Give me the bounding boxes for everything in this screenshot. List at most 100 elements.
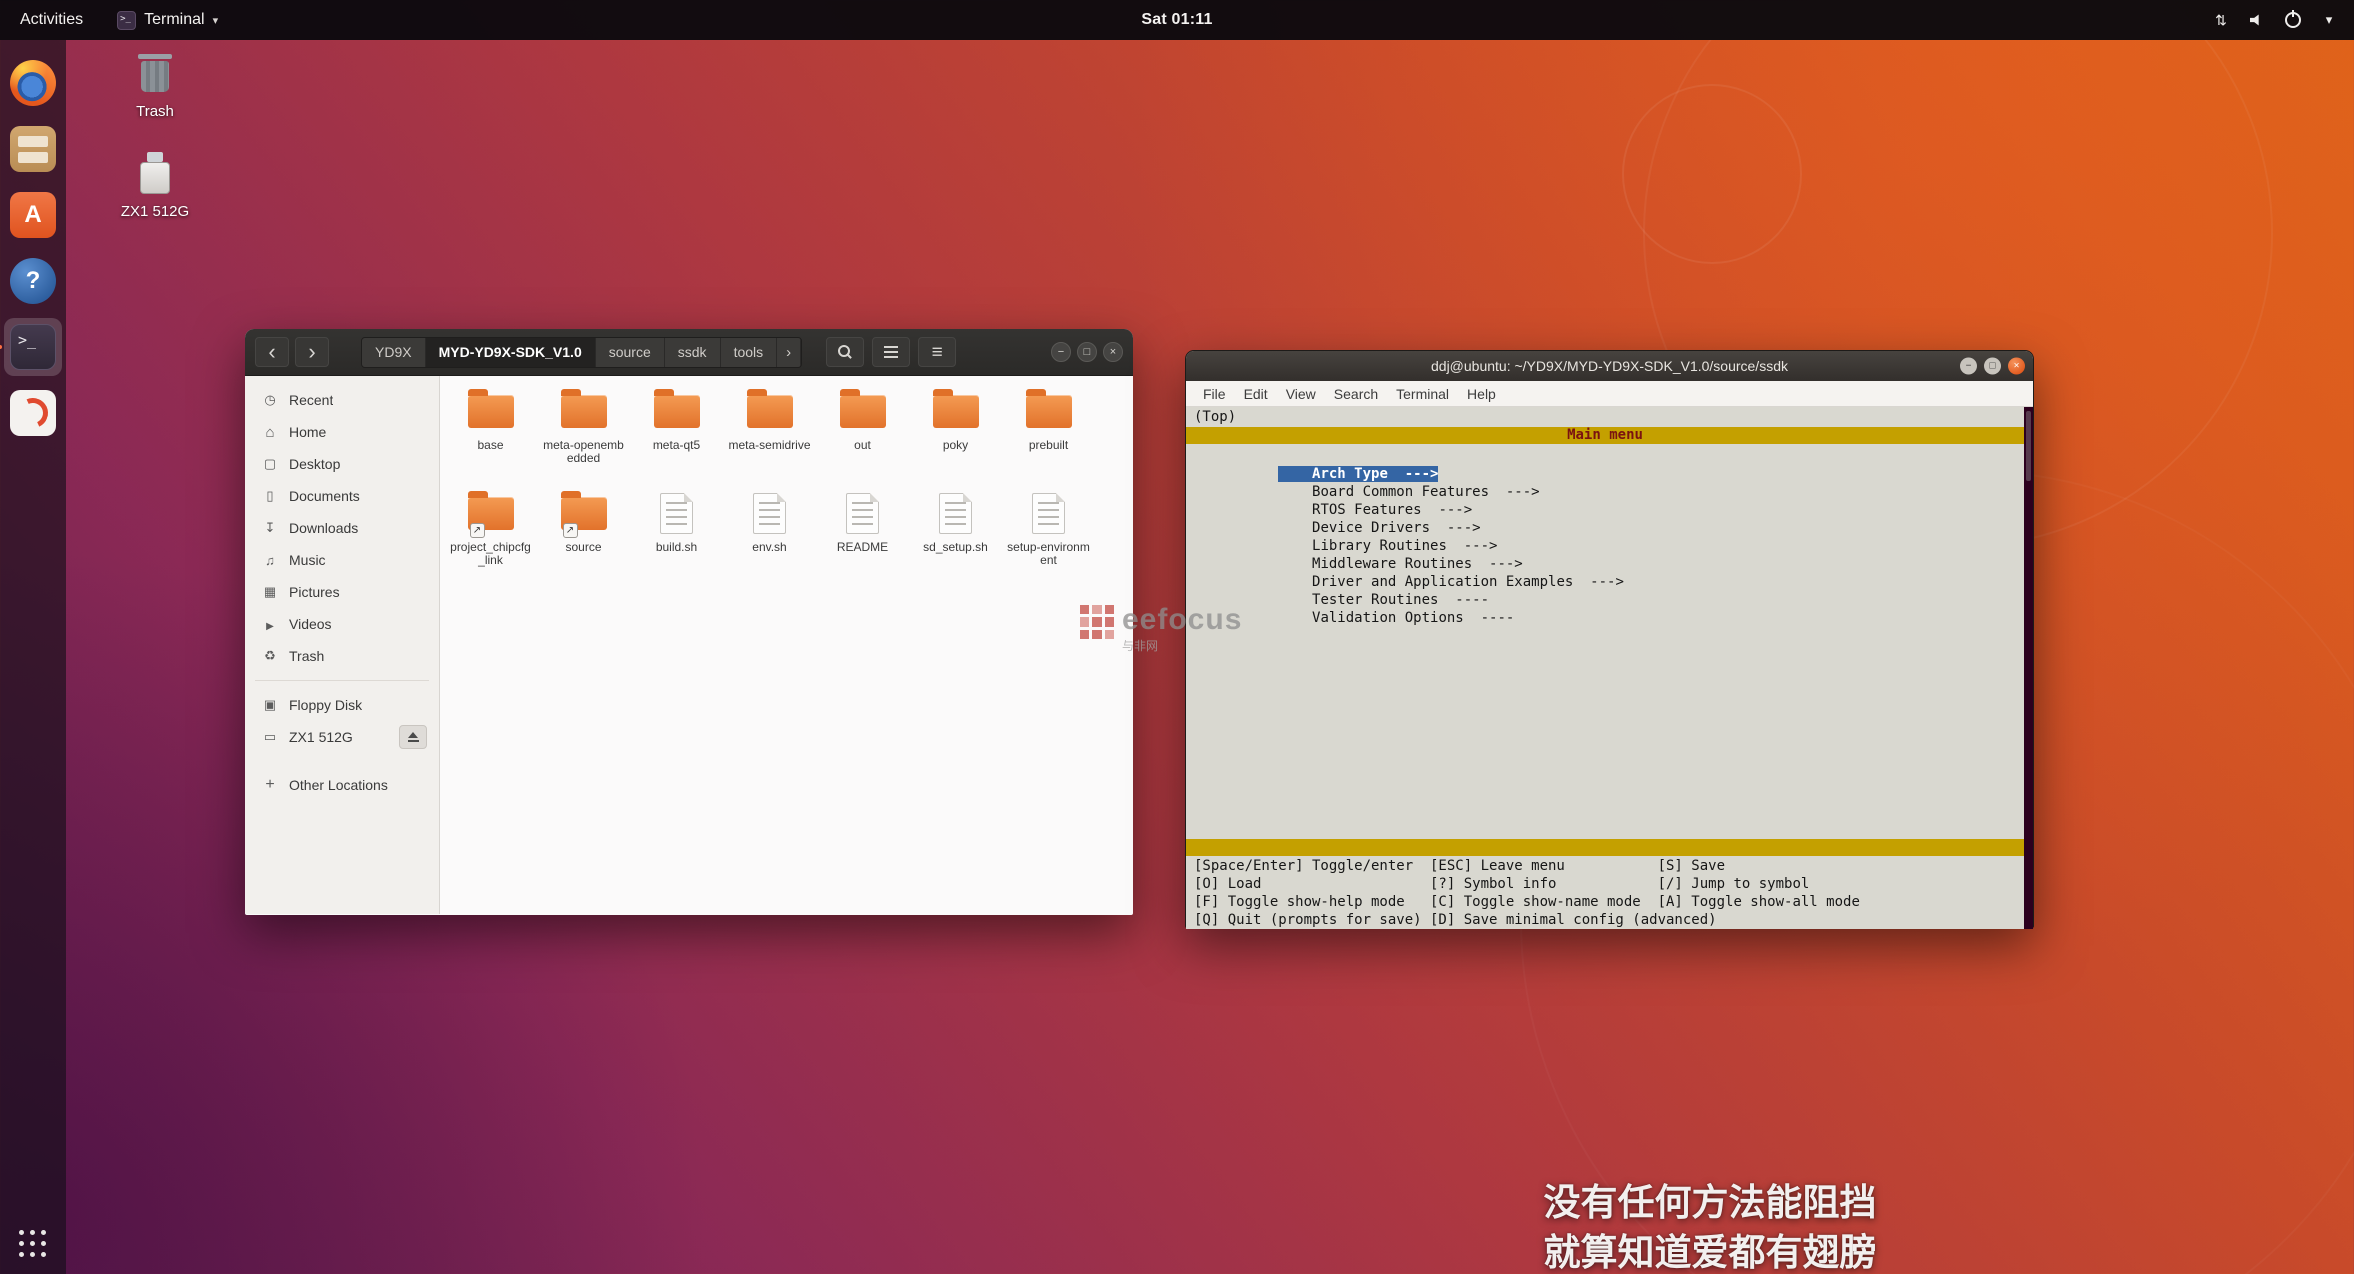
forward-button[interactable]: › <box>295 337 329 367</box>
sidebar-item-other-locations[interactable]: Other Locations <box>245 769 439 801</box>
tray-icon[interactable] <box>2210 9 2232 31</box>
document-icon <box>1032 492 1065 534</box>
sidebar-item[interactable]: Music <box>245 544 439 576</box>
watermark: eefocus 与非网 <box>1080 605 1242 654</box>
file-item[interactable]: ↗ sd_setup.sh <box>909 484 1002 586</box>
eject-button[interactable] <box>399 725 427 749</box>
breadcrumb-segment[interactable]: MYD-YD9X-SDK_V1.0 <box>425 337 596 367</box>
sidebar-device-item[interactable]: Floppy Disk <box>245 689 439 721</box>
document-icon <box>660 492 693 534</box>
sidebar-item[interactable]: Home <box>245 416 439 448</box>
file-item[interactable]: ↗ source <box>537 484 630 586</box>
sidebar-item[interactable]: Documents <box>245 480 439 512</box>
tray-icon[interactable] <box>2246 9 2268 31</box>
sidebar-item-label: ZX1 512G <box>289 729 353 745</box>
sidebar-item[interactable]: Videos <box>245 608 439 640</box>
terminal-menu-item[interactable]: Search <box>1325 386 1387 402</box>
terminal-menu-item[interactable]: View <box>1277 386 1325 402</box>
sidebar-item[interactable]: Desktop <box>245 448 439 480</box>
breadcrumb-segment[interactable]: › <box>777 337 802 367</box>
dock-item[interactable] <box>4 54 62 112</box>
file-manager-headerbar[interactable]: ‹ › YD9X MYD-YD9X-SDK_V1.0 source ssdk tools… <box>245 329 1133 376</box>
app-menu[interactable]: >_ Terminal ▾ <box>103 0 232 40</box>
desktop-icons: Trash ZX1 512G <box>100 48 210 248</box>
tray-icon[interactable] <box>2282 9 2304 31</box>
file-item-label: README <box>836 540 889 554</box>
file-item[interactable]: ↗ env.sh <box>723 484 816 586</box>
file-item[interactable]: ↗ prebuilt <box>1002 382 1095 484</box>
folder-icon <box>467 388 514 428</box>
terminal-titlebar[interactable]: ddj@ubuntu: ~/YD9X/MYD-YD9X-SDK_V1.0/sou… <box>1186 351 2033 381</box>
file-item-label: sd_setup.sh <box>923 540 988 554</box>
sidebar-item[interactable]: Recent <box>245 384 439 416</box>
file-item[interactable]: ↗ meta-semidrive <box>723 382 816 484</box>
folder-icon <box>839 388 886 428</box>
sidebar-device-item[interactable]: ZX1 512G <box>245 721 439 753</box>
file-item-icon: ↗ <box>560 388 607 434</box>
tray-icon[interactable] <box>2318 9 2340 31</box>
terminal-scrollbar[interactable] <box>2024 407 2033 929</box>
subtitle-line-2: 就算知道爱都有翅膀 <box>1543 1231 1877 1274</box>
view-toggle-button[interactable] <box>872 337 911 367</box>
close-button[interactable]: × <box>2008 357 2025 375</box>
nconf-help-line: [Q] Quit (prompts for save) [D] Save min… <box>1194 912 1717 928</box>
file-item[interactable]: ↗ setup-environment <box>1002 484 1095 586</box>
desktop-icon[interactable]: ZX1 512G <box>100 148 210 220</box>
file-item[interactable]: ↗ meta-qt5 <box>630 382 723 484</box>
window-control-button[interactable]: × <box>1103 342 1123 362</box>
file-item[interactable]: ↗ build.sh <box>630 484 723 586</box>
desktop-icon[interactable]: Trash <box>100 48 210 120</box>
subtitle-line-1: 没有任何方法能阻挡 <box>1543 1181 1877 1224</box>
terminal-menu-item[interactable]: Help <box>1458 386 1505 402</box>
maximize-button[interactable]: □ <box>1984 357 2001 375</box>
file-item[interactable]: ↗ base <box>444 382 537 484</box>
wallpaper-ring <box>1622 84 1802 264</box>
terminal-menu-item[interactable]: Edit <box>1235 386 1277 402</box>
file-item[interactable]: ↗ README <box>816 484 909 586</box>
dock-item[interactable] <box>4 384 62 442</box>
activities-button[interactable]: Activities <box>0 0 103 40</box>
file-item-icon: ↗ <box>939 490 972 536</box>
nconf-separator-bar <box>1186 839 2024 856</box>
top-bar: Activities >_ Terminal ▾ Sat 01:11 <box>0 0 2354 40</box>
terminal-window: ddj@ubuntu: ~/YD9X/MYD-YD9X-SDK_V1.0/sou… <box>1185 350 2034 929</box>
show-applications-button[interactable] <box>15 1226 51 1262</box>
dock-item[interactable]: A <box>4 186 62 244</box>
file-item[interactable]: ↗ project_chipcfg_link <box>444 484 537 586</box>
sidebar-item-label: Music <box>289 552 326 568</box>
file-item[interactable]: ↗ poky <box>909 382 1002 484</box>
window-control-button[interactable]: − <box>1051 342 1071 362</box>
sidebar-item[interactable]: Pictures <box>245 576 439 608</box>
clock[interactable]: Sat 01:11 <box>1141 11 1212 29</box>
sidebar-item-label: Desktop <box>289 456 341 472</box>
file-manager-window: ‹ › YD9X MYD-YD9X-SDK_V1.0 source ssdk tools… <box>245 329 1133 915</box>
terminal-content[interactable]: (Top) Main menu Arch Type ---> Board Com… <box>1186 407 2033 929</box>
breadcrumb-segment[interactable]: YD9X <box>362 337 426 367</box>
dock-item[interactable] <box>4 120 62 178</box>
back-button[interactable]: ‹ <box>255 337 289 367</box>
window-control-button[interactable]: □ <box>1077 342 1097 362</box>
file-item-label: setup-environment <box>1007 540 1090 567</box>
file-item[interactable]: ↗ meta-openembedded <box>537 382 630 484</box>
terminal-menu-item[interactable]: Terminal <box>1387 386 1458 402</box>
breadcrumb-segment[interactable]: tools <box>720 337 778 367</box>
dock-app-icon: ? <box>10 258 56 304</box>
sidebar-item[interactable]: Trash <box>245 640 439 672</box>
dock-item[interactable]: ? <box>4 252 62 310</box>
file-item[interactable]: ↗ out <box>816 382 909 484</box>
desktop-icon-label: Trash <box>136 103 174 120</box>
nconf-help-line: [O] Load [?] Symbol info [/] Jump to sym… <box>1194 876 1810 892</box>
dock-item[interactable]: >_ <box>4 318 62 376</box>
file-item-label: env.sh <box>752 540 787 554</box>
breadcrumb-segment[interactable]: ssdk <box>664 337 721 367</box>
search-icon <box>837 344 853 360</box>
system-tray[interactable] <box>2210 0 2354 40</box>
search-button[interactable] <box>826 337 865 367</box>
menu-button[interactable]: ≡ <box>918 337 957 367</box>
minimize-button[interactable]: − <box>1960 357 1977 375</box>
window-controls: − □ × <box>1051 342 1123 362</box>
sidebar-item[interactable]: Downloads <box>245 512 439 544</box>
terminal-menu-item[interactable]: File <box>1194 386 1235 402</box>
file-item-icon: ↗ <box>1032 490 1065 536</box>
breadcrumb-segment[interactable]: source <box>595 337 665 367</box>
